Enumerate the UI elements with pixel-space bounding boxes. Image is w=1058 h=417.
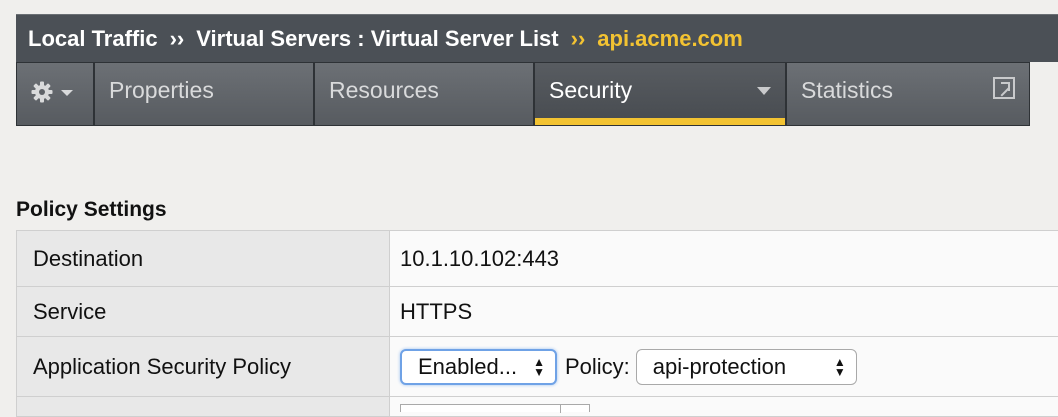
breadcrumb-separator: ››	[170, 26, 185, 52]
gear-icon	[31, 81, 53, 103]
select-arrows-icon: ▲▼	[834, 357, 846, 377]
tab-resources[interactable]: Resources	[315, 63, 535, 125]
table-row: Service HTTPS	[17, 287, 1058, 337]
tab-label: Properties	[109, 77, 214, 104]
row-value-application-security-policy: Enabled... ▲▼ Policy: api-protection ▲▼	[390, 337, 1058, 397]
row-label-destination: Destination	[17, 231, 390, 287]
popout-icon[interactable]	[993, 77, 1015, 99]
policy-settings-table: Destination 10.1.10.102:443 Service HTTP…	[16, 230, 1058, 417]
breadcrumb-separator: ››	[571, 26, 586, 52]
security-policy-enabled-select[interactable]: Enabled... ▲▼	[400, 349, 557, 385]
section-title: Policy Settings	[16, 198, 167, 222]
row-label-partial	[17, 397, 390, 417]
breadcrumb-current: api.acme.com	[597, 26, 743, 52]
tab-gear-menu[interactable]	[17, 63, 95, 125]
active-tab-indicator	[535, 118, 785, 125]
row-label-service: Service	[17, 287, 390, 337]
partial-select[interactable]	[400, 404, 590, 412]
tab-security[interactable]: Security	[535, 63, 787, 125]
row-value-service: HTTPS	[390, 287, 1058, 337]
table-row: Application Security Policy Enabled... ▲…	[17, 337, 1058, 397]
policy-select[interactable]: api-protection ▲▼	[636, 349, 857, 385]
tab-label: Resources	[329, 77, 439, 104]
policy-label: Policy:	[565, 354, 630, 379]
chevron-down-icon	[61, 90, 73, 96]
row-label-application-security-policy: Application Security Policy	[17, 337, 390, 397]
tab-label: Security	[549, 77, 632, 104]
table-row: Destination 10.1.10.102:443	[17, 231, 1058, 287]
tab-properties[interactable]: Properties	[95, 63, 315, 125]
select-value: api-protection	[653, 354, 786, 380]
chevron-down-icon[interactable]	[757, 87, 771, 95]
tab-bar: Properties Resources Security Statistics	[16, 62, 1030, 126]
row-value-destination: 10.1.10.102:443	[390, 231, 1058, 287]
breadcrumb: Local Traffic ›› Virtual Servers : Virtu…	[16, 14, 1058, 62]
tab-statistics[interactable]: Statistics	[787, 63, 1029, 125]
select-value: Enabled...	[418, 354, 517, 380]
breadcrumb-item-local-traffic[interactable]: Local Traffic	[28, 26, 158, 52]
select-arrows-icon: ▲▼	[533, 357, 545, 377]
breadcrumb-item-virtual-server-list[interactable]: Virtual Servers : Virtual Server List	[196, 26, 558, 52]
tab-label: Statistics	[801, 77, 893, 104]
